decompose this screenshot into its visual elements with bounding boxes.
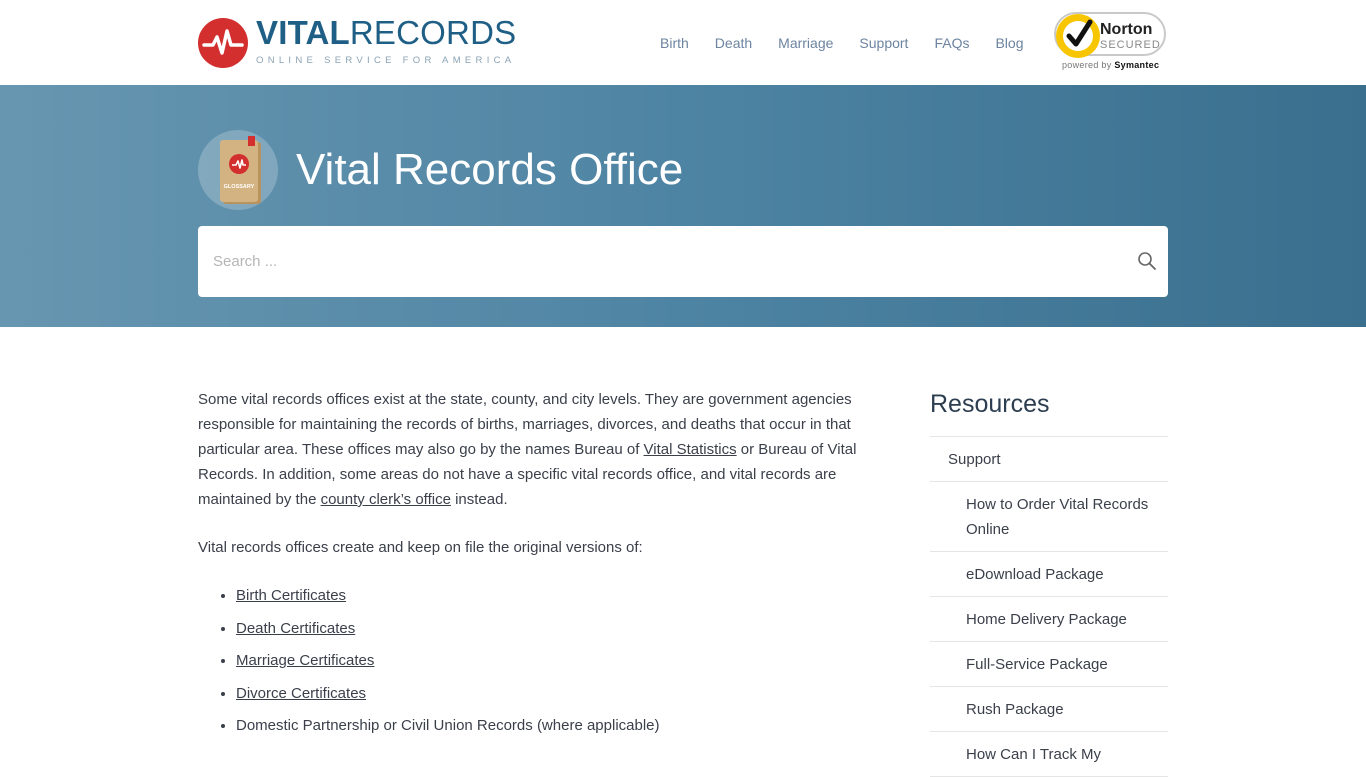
norton-secured-text: SECURED: [1100, 39, 1161, 51]
norton-secured-badge[interactable]: Norton SECURED powered by Symantec: [1054, 12, 1168, 74]
marriage-certificates-link[interactable]: Marriage Certificates: [236, 652, 374, 669]
nav-death[interactable]: Death: [715, 34, 752, 52]
list-item: Marriage Certificates: [236, 648, 863, 673]
sidebar-item-edownload[interactable]: eDownload Package: [930, 552, 1168, 597]
domestic-partnership-text: Domestic Partnership or Civil Union Reco…: [236, 717, 660, 734]
book-label: GLOSSARY: [223, 184, 255, 190]
sidebar-item-support[interactable]: Support: [930, 437, 1168, 482]
birth-certificates-link[interactable]: Birth Certificates: [236, 587, 346, 604]
resources-sidebar: Resources Support How to Order Vital Rec…: [930, 387, 1168, 777]
logo-light-text: RECORDS: [349, 14, 517, 51]
intro-text-3: instead.: [450, 491, 508, 508]
page-title: Vital Records Office: [296, 145, 684, 194]
sidebar-item-label: eDownload Package: [966, 565, 1104, 583]
nav-blog[interactable]: Blog: [995, 34, 1023, 52]
search-form: [198, 226, 1168, 297]
list-item: Death Certificates: [236, 616, 863, 641]
glossary-book-icon: GLOSSARY: [198, 130, 278, 210]
main-nav: Birth Death Marriage Support FAQs Blog: [660, 34, 1050, 52]
hero-banner: GLOSSARY Vital Records Office: [0, 85, 1366, 327]
sidebar-item-rush[interactable]: Rush Package: [930, 687, 1168, 732]
search-input[interactable]: [198, 226, 1098, 297]
powered-by-text: powered by: [1062, 60, 1112, 70]
nav-faqs[interactable]: FAQs: [934, 34, 969, 52]
records-list: Birth Certificates Death Certificates Ma…: [198, 583, 863, 738]
norton-powered-by: powered by Symantec: [1062, 60, 1159, 70]
divorce-certificates-link[interactable]: Divorce Certificates: [236, 685, 366, 702]
symantec-text: Symantec: [1114, 60, 1160, 70]
nav-marriage[interactable]: Marriage: [778, 34, 833, 52]
sidebar-item-full-service[interactable]: Full-Service Package: [930, 642, 1168, 687]
sidebar-item-label: Full-Service Package: [966, 655, 1108, 673]
sidebar-item-label: How Can I Track My: [966, 745, 1102, 763]
norton-badge-frame: Norton SECURED: [1054, 12, 1166, 58]
book-heartbeat-icon: [229, 154, 249, 174]
list-item: Birth Certificates: [236, 583, 863, 608]
site-header: VITALRECORDS ONLINE SERVICE FOR AMERICA …: [0, 0, 1366, 86]
nav-support[interactable]: Support: [859, 34, 908, 52]
search-icon[interactable]: [1136, 250, 1158, 272]
site-logo[interactable]: VITALRECORDS ONLINE SERVICE FOR AMERICA: [198, 16, 518, 70]
list-item: Divorce Certificates: [236, 681, 863, 706]
checkmark-icon: [1056, 14, 1100, 58]
book-bookmark: [248, 136, 255, 146]
logo-tagline: ONLINE SERVICE FOR AMERICA: [256, 55, 516, 66]
norton-name: Norton: [1100, 21, 1153, 38]
county-clerk-link[interactable]: county clerk’s office: [321, 491, 451, 508]
list-item: Domestic Partnership or Civil Union Reco…: [236, 713, 863, 738]
heartbeat-logo-icon: [198, 18, 248, 68]
sidebar-title: Resources: [930, 387, 1168, 437]
logo-bold-text: VITAL: [256, 14, 350, 51]
records-intro-paragraph: Vital records offices create and keep on…: [198, 539, 643, 556]
nav-birth[interactable]: Birth: [660, 34, 689, 52]
sidebar-item-label: Support: [948, 450, 1001, 468]
death-certificates-link[interactable]: Death Certificates: [236, 620, 355, 637]
vital-statistics-link[interactable]: Vital Statistics: [644, 441, 737, 458]
sidebar-item-how-to-order[interactable]: How to Order Vital Records Online: [930, 482, 1168, 552]
sidebar-item-label: Home Delivery Package: [966, 610, 1127, 628]
book-shape: GLOSSARY: [220, 136, 258, 202]
main-content: Some vital records offices exist at the …: [198, 387, 863, 746]
logo-wordmark: VITALRECORDS: [256, 16, 516, 50]
sidebar-item-home-delivery[interactable]: Home Delivery Package: [930, 597, 1168, 642]
sidebar-item-label: Rush Package: [966, 700, 1064, 718]
sidebar-item-track-order[interactable]: How Can I Track My: [930, 732, 1168, 777]
intro-paragraph: Some vital records offices exist at the …: [198, 387, 863, 512]
sidebar-item-label: How to Order Vital Records Online: [966, 495, 1149, 538]
